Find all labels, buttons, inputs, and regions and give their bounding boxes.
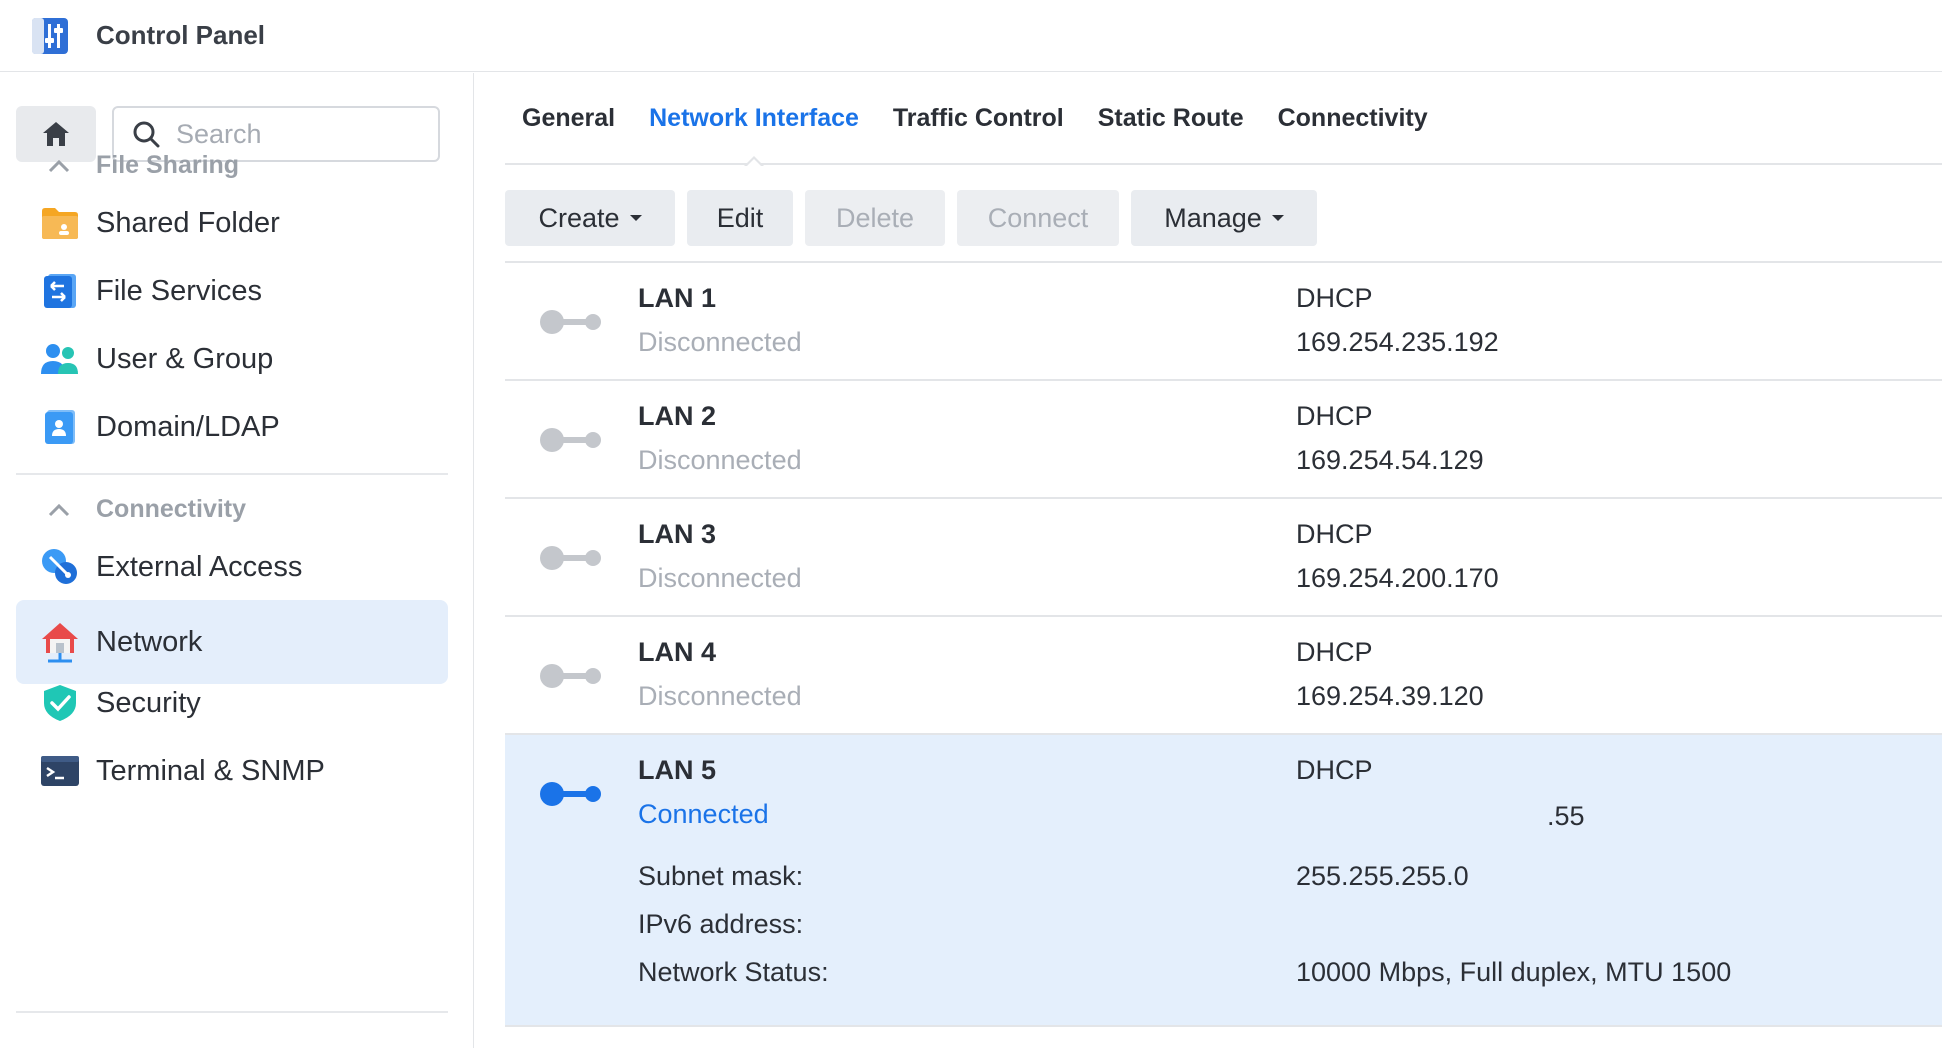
sidebar-item-external-access[interactable]: External Access: [16, 525, 448, 609]
disconnected-link-icon: [540, 310, 601, 334]
main-panel: General Network Interface Traffic Contro…: [475, 73, 1942, 1048]
edit-button[interactable]: Edit: [687, 190, 793, 246]
network-status-label: Network Status:: [638, 957, 829, 987]
disconnected-link-icon: [540, 664, 601, 688]
interface-ip: 169.254.200.170: [1296, 563, 1499, 593]
disconnected-link-icon: [540, 546, 601, 570]
network-status-value: 10000 Mbps, Full duplex, MTU 1500: [1296, 957, 1732, 987]
interface-mode: DHCP: [1296, 519, 1373, 549]
chevron-up-icon: [48, 503, 70, 516]
sidebar-item-label: External Access: [96, 550, 303, 583]
toolbar: Create Edit Delete Connect Manage: [505, 190, 1317, 246]
connect-button[interactable]: Connect: [957, 190, 1119, 246]
sidebar-item-label: Domain/LDAP: [96, 410, 280, 443]
sidebar-item-domain-ldap[interactable]: Domain/LDAP: [16, 385, 448, 469]
connected-link-icon: [540, 782, 601, 806]
sidebar-divider: [16, 1011, 448, 1013]
interface-row-lan2[interactable]: LAN 2 Disconnected DHCP 169.254.54.129: [505, 381, 1942, 499]
sidebar-item-label: Terminal & SNMP: [96, 754, 325, 787]
tab-traffic-control[interactable]: Traffic Control: [876, 72, 1081, 164]
interface-status: Disconnected: [638, 563, 802, 593]
search-icon: [133, 121, 160, 148]
manage-button[interactable]: Manage: [1131, 190, 1317, 246]
interface-ip: .55: [1547, 801, 1585, 831]
interface-name: LAN 3: [638, 519, 717, 549]
title-bar: Control Panel: [0, 0, 1942, 72]
interface-name: LAN 4: [638, 637, 717, 667]
interface-status: Disconnected: [638, 681, 802, 711]
interface-mode: DHCP: [1296, 283, 1373, 313]
home-icon: [43, 122, 69, 146]
network-house-icon: [40, 622, 80, 663]
interface-name: LAN 5: [638, 755, 717, 785]
sidebar-divider: [16, 473, 448, 475]
interface-row-lan4[interactable]: LAN 4 Disconnected DHCP 169.254.39.120: [505, 617, 1942, 735]
sidebar: Search File Sharing Shared Folder File S…: [0, 73, 474, 1048]
chevron-up-icon: [48, 159, 70, 172]
disconnected-link-icon: [540, 428, 601, 452]
sidebar-item-terminal-snmp[interactable]: Terminal & SNMP: [16, 729, 448, 813]
interface-row-lan5[interactable]: LAN 5 Connected DHCP .55 Subnet mask: 25…: [505, 735, 1942, 1027]
interface-row-lan3[interactable]: LAN 3 Disconnected DHCP 169.254.200.170: [505, 499, 1942, 617]
users-icon: [40, 339, 80, 379]
sidebar-item-label: File Services: [96, 274, 262, 307]
interface-list: LAN 1 Disconnected DHCP 169.254.235.192 …: [505, 261, 1942, 1027]
sidebar-item-label: Network: [96, 625, 203, 658]
interface-ip: 169.254.54.129: [1296, 445, 1484, 475]
control-panel-window: Control Panel Search File Sharing Shared…: [0, 0, 1942, 1048]
interface-ip: 169.254.39.120: [1296, 681, 1484, 711]
file-services-icon: [40, 271, 80, 311]
group-header-connectivity[interactable]: Connectivity: [48, 495, 246, 524]
terminal-icon: [40, 751, 80, 791]
tab-connectivity[interactable]: Connectivity: [1261, 72, 1445, 164]
interface-status: Disconnected: [638, 445, 802, 475]
window-title: Control Panel: [96, 20, 266, 50]
delete-button[interactable]: Delete: [805, 190, 945, 246]
tab-bar: General Network Interface Traffic Contro…: [505, 72, 1942, 167]
caret-down-icon: [629, 215, 642, 221]
interface-mode: DHCP: [1296, 755, 1373, 785]
interface-mode: DHCP: [1296, 401, 1373, 431]
external-access-icon: [40, 547, 80, 587]
search-placeholder: Search: [176, 118, 262, 149]
tab-static-route[interactable]: Static Route: [1081, 72, 1261, 164]
interface-name: LAN 2: [638, 401, 717, 431]
interface-mode: DHCP: [1296, 637, 1373, 667]
interface-status: Connected: [638, 799, 769, 829]
group-header-file-sharing[interactable]: File Sharing: [48, 151, 239, 180]
tab-general[interactable]: General: [505, 72, 632, 164]
sidebar-item-label: User & Group: [96, 342, 274, 375]
ipv6-address-label: IPv6 address:: [638, 909, 804, 939]
caret-down-icon: [1271, 215, 1284, 221]
sidebar-item-label: Security: [96, 686, 201, 719]
subnet-mask-label: Subnet mask:: [638, 861, 804, 891]
interface-name: LAN 1: [638, 283, 717, 313]
domain-icon: [40, 407, 80, 447]
subnet-mask-value: 255.255.255.0: [1296, 861, 1469, 891]
sidebar-item-label: Shared Folder: [96, 206, 280, 239]
shield-icon: [40, 683, 80, 723]
control-panel-app-icon: [28, 16, 74, 56]
tab-network-interface[interactable]: Network Interface: [632, 72, 876, 167]
interface-ip: 169.254.235.192: [1296, 327, 1499, 357]
create-button[interactable]: Create: [505, 190, 675, 246]
folder-icon: [40, 203, 80, 243]
interface-status: Disconnected: [638, 327, 802, 357]
interface-row-lan1[interactable]: LAN 1 Disconnected DHCP 169.254.235.192: [505, 263, 1942, 381]
